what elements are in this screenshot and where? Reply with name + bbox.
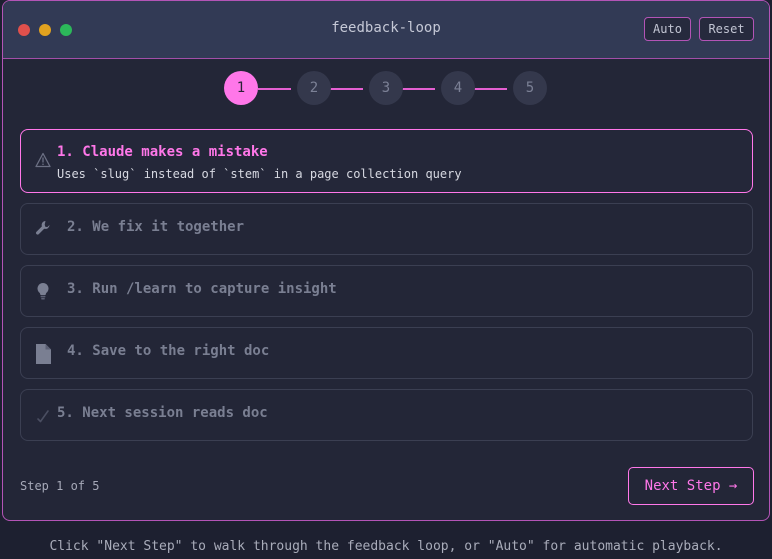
step-card-title: 1. Claude makes a mistake bbox=[57, 144, 268, 160]
checkmark-icon bbox=[33, 406, 53, 426]
stepper-step-5[interactable]: 5 bbox=[513, 71, 547, 105]
stepper-connector bbox=[258, 88, 291, 90]
instructions-caption: Click "Next Step" to walk through the fe… bbox=[49, 539, 723, 554]
warning-icon bbox=[33, 150, 53, 170]
step-card-title: 4. Save to the right doc bbox=[67, 343, 270, 359]
stepper-connector bbox=[474, 88, 507, 90]
stepper-step-4[interactable]: 4 bbox=[441, 71, 475, 105]
stepper-step-2[interactable]: 2 bbox=[297, 71, 331, 105]
step-card-description: Uses `slug` instead of `stem` in a page … bbox=[57, 167, 462, 181]
step-card-5[interactable]: 5. Next session reads doc bbox=[20, 389, 753, 441]
stepper-step-1[interactable]: 1 bbox=[224, 71, 258, 105]
step-card-title: 2. We fix it together bbox=[67, 219, 245, 235]
wrench-icon bbox=[33, 219, 53, 239]
document-icon bbox=[33, 343, 53, 364]
lightbulb-icon bbox=[33, 281, 53, 301]
auto-button[interactable]: Auto bbox=[644, 17, 691, 41]
step-card-4[interactable]: 4. Save to the right doc bbox=[20, 327, 753, 379]
step-card-3[interactable]: 3. Run /learn to capture insight bbox=[20, 265, 753, 317]
next-step-button[interactable]: Next Step → bbox=[628, 467, 754, 505]
title-bar: feedback-loop Auto Reset bbox=[3, 1, 769, 59]
stepper-step-3[interactable]: 3 bbox=[369, 71, 403, 105]
step-card-title: 5. Next session reads doc bbox=[57, 405, 268, 421]
step-card-1[interactable]: 1. Claude makes a mistake Uses `slug` in… bbox=[20, 129, 753, 193]
stepper-connector bbox=[402, 88, 435, 90]
reset-button[interactable]: Reset bbox=[699, 17, 754, 41]
step-card-title: 3. Run /learn to capture insight bbox=[67, 281, 337, 297]
stepper-connector bbox=[330, 88, 363, 90]
feedback-loop-window: feedback-loop Auto Reset 1 2 3 4 5 1. Cl… bbox=[2, 0, 770, 521]
step-card-2[interactable]: 2. We fix it together bbox=[20, 203, 753, 255]
step-status: Step 1 of 5 bbox=[20, 479, 100, 493]
